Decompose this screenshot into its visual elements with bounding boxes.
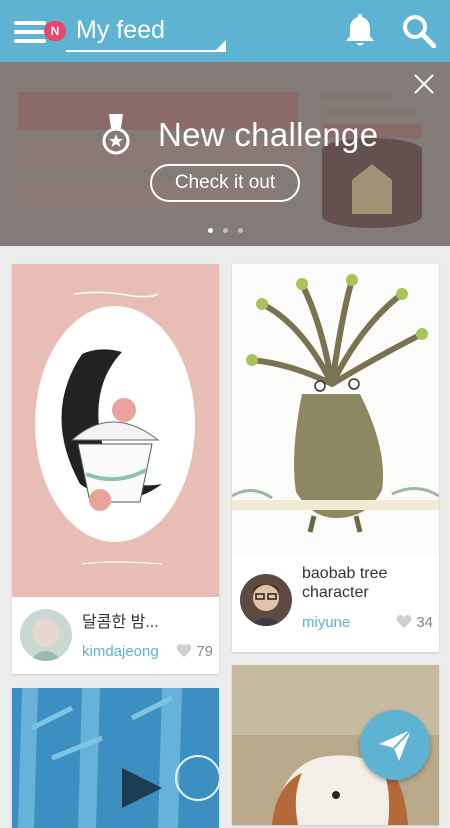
feed-card[interactable]: baobab tree character miyune 34 [232, 264, 439, 652]
notification-badge: N [44, 21, 66, 41]
dropdown-caret-icon [216, 40, 226, 50]
avatar[interactable] [240, 574, 292, 626]
close-icon[interactable] [412, 72, 436, 96]
author-link[interactable]: miyune [302, 614, 350, 631]
artwork-image[interactable] [232, 264, 439, 554]
like-count[interactable]: 79 [176, 643, 213, 660]
feed-selector[interactable]: My feed [66, 12, 226, 52]
heart-icon [396, 615, 412, 628]
carousel-dot[interactable] [207, 228, 213, 233]
artwork-image[interactable] [12, 264, 219, 597]
like-count-value: 79 [196, 643, 213, 660]
post-title[interactable]: baobab tree character [302, 564, 432, 602]
like-count-value: 34 [416, 614, 433, 631]
menu-button[interactable]: N [14, 14, 66, 48]
heart-icon [176, 644, 192, 657]
carousel-indicator[interactable] [0, 228, 450, 233]
banner-title: New challenge [158, 116, 379, 153]
post-title[interactable]: 달콤한 밤... [82, 613, 212, 632]
bell-icon[interactable] [344, 14, 376, 48]
top-bar: N My feed [0, 0, 450, 62]
send-icon [379, 729, 412, 761]
carousel-dot[interactable] [237, 228, 243, 233]
artwork-image[interactable] [12, 688, 219, 828]
medal-icon [102, 114, 130, 155]
feed-card[interactable]: 달콤한 밤... kimdajeong 79 [12, 264, 219, 674]
challenge-banner[interactable]: New challenge Check it out [0, 62, 450, 246]
carousel-dot[interactable] [222, 228, 228, 233]
avatar[interactable] [20, 609, 72, 661]
menu-icon [14, 21, 46, 25]
like-count[interactable]: 34 [396, 614, 433, 631]
post-meta: baobab tree character miyune 34 [232, 554, 439, 652]
search-icon[interactable] [402, 14, 436, 48]
new-post-button[interactable] [360, 710, 430, 780]
check-it-out-button[interactable]: Check it out [150, 164, 300, 202]
author-link[interactable]: kimdajeong [82, 643, 159, 660]
feed-title: My feed [76, 16, 165, 44]
post-meta: 달콤한 밤... kimdajeong 79 [12, 597, 219, 674]
feed-card[interactable] [12, 688, 219, 828]
